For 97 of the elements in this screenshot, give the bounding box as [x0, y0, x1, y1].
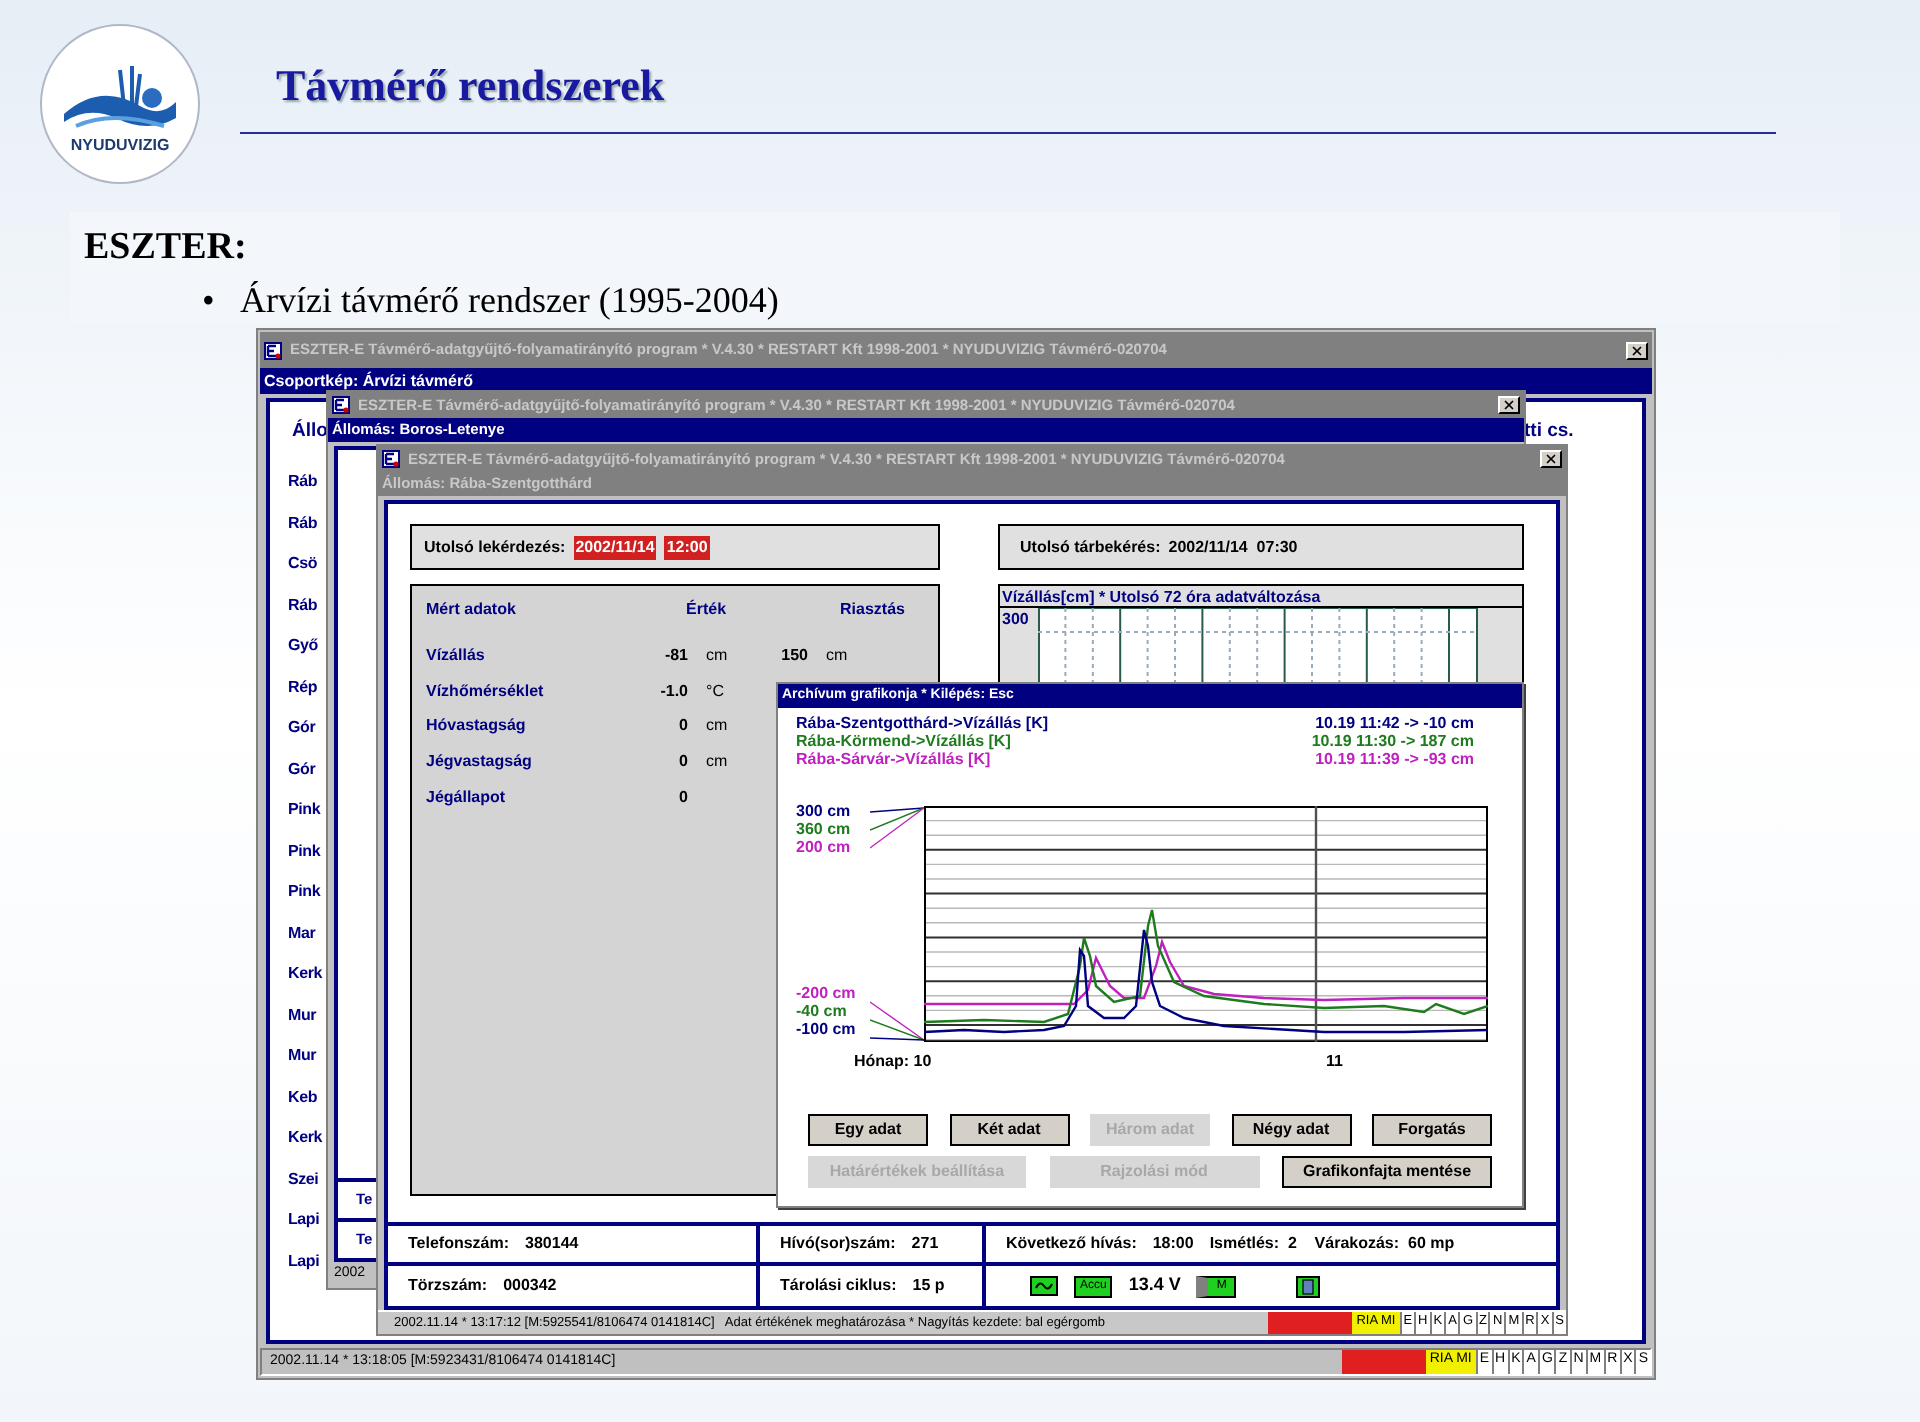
column-header: Riasztás	[838, 598, 907, 622]
axis-label: 300 cm	[796, 802, 853, 820]
bullet-text: Árvízi távmérő rendszer (1995-2004)	[240, 278, 779, 324]
measure-name: Vízállás	[426, 643, 487, 668]
station-name[interactable]: Ráb	[288, 511, 322, 552]
phone-icon	[1296, 1275, 1321, 1297]
column-header: tti cs.	[1524, 418, 1574, 446]
info-label: Törzszám:	[408, 1274, 488, 1298]
axis-label: 360 cm	[796, 820, 853, 838]
station-name[interactable]: Keb	[288, 1085, 322, 1126]
station-name[interactable]: Gór	[288, 757, 322, 798]
month-label: 11	[1326, 1050, 1343, 1074]
slide-heading: ESZTER:	[84, 224, 247, 272]
measure-unit: cm	[704, 749, 730, 774]
axis-label: -200 cm	[796, 984, 858, 1002]
measure-value: 0	[677, 714, 688, 739]
series-legend: Rába-Sárvár->Vízállás [K]	[796, 750, 991, 768]
info-value: 380144	[525, 1232, 579, 1256]
column-header: Érték	[686, 598, 727, 622]
info-label: Telefonszám:	[408, 1232, 510, 1256]
info-label: Tárolási ciklus:	[780, 1274, 897, 1298]
station-name[interactable]: Gór	[288, 716, 322, 757]
dialog-button[interactable]: Egy adat	[808, 1114, 928, 1146]
close-icon	[1630, 343, 1644, 357]
alarm-indicator	[1268, 1312, 1353, 1334]
close-button[interactable]	[1498, 396, 1520, 414]
station-name[interactable]: Ráb	[288, 470, 322, 511]
station-name[interactable]: Ráb	[288, 593, 322, 634]
measure-unit: °C	[704, 679, 726, 704]
query-label: Utolsó lekérdezés:	[424, 535, 566, 559]
info-value: 18:00	[1152, 1232, 1194, 1256]
axis-label: 300	[1000, 608, 1031, 632]
info-label: Hívó(sor)szám:	[780, 1232, 896, 1256]
series-legend: Rába-Szentgotthárd->Vízállás [K]	[796, 714, 1049, 732]
wave-icon	[1030, 1276, 1058, 1296]
logo-icon	[60, 62, 180, 134]
info-extra: Ismétlés: 2 Várakozás: 60 mp	[1209, 1232, 1455, 1256]
measure-unit: cm	[704, 643, 730, 668]
axis-label: 200 cm	[796, 838, 853, 856]
app-icon	[332, 396, 350, 414]
bullet-mark: •	[202, 278, 215, 324]
station-name[interactable]: Kerk	[288, 962, 322, 1003]
info-value: 000342	[503, 1274, 557, 1298]
info-value: 15 p	[912, 1274, 945, 1298]
station-name[interactable]: Kerk	[288, 1126, 322, 1167]
voltage-value: 13.4 V	[1128, 1272, 1181, 1299]
dialog-button[interactable]: Négy adat	[1231, 1114, 1351, 1146]
station-name[interactable]: Pink	[288, 839, 322, 880]
measure-value: 0	[677, 749, 688, 774]
close-button[interactable]	[1626, 341, 1648, 359]
alarm-unit: cm	[824, 643, 850, 668]
month-label: Hónap: 10	[854, 1050, 934, 1074]
station-name[interactable]: Mur	[288, 1003, 322, 1044]
station-name[interactable]: Mar	[288, 921, 322, 962]
column-header: Állo	[292, 418, 328, 446]
dialog-button[interactable]: Forgatás	[1372, 1114, 1492, 1146]
station-name[interactable]: Csö	[288, 552, 322, 593]
station-name[interactable]: Pink	[288, 798, 322, 839]
station-name[interactable]: Győ	[288, 634, 322, 675]
measure-value: -1.0	[658, 679, 688, 704]
query-time: 12:00	[664, 535, 710, 559]
app-icon	[382, 450, 400, 468]
station-name[interactable]: Pink	[288, 880, 322, 921]
close-button[interactable]	[1540, 450, 1562, 468]
measure-unit: cm	[704, 714, 730, 739]
close-icon	[1544, 452, 1558, 466]
station-name[interactable]: Lapi	[288, 1208, 322, 1249]
alarm-value: 150	[779, 643, 808, 668]
dialog-button[interactable]: Grafikonfajta mentése	[1282, 1156, 1492, 1188]
axis-label: -100 cm	[796, 1020, 858, 1038]
storage-label: Utolsó tárbekérés:	[1020, 535, 1161, 559]
column-header: Mért adatok	[426, 598, 518, 622]
station-name[interactable]: Szei	[288, 1167, 322, 1208]
storage-value: 2002/11/14 07:30	[1168, 535, 1298, 559]
measure-value: 0	[677, 785, 688, 810]
measure-name: Jégállapot	[426, 785, 508, 810]
series-legend: Rába-Körmend->Vízállás [K]	[796, 732, 1011, 750]
measure-value: -81	[662, 643, 688, 668]
series-reading: 10.19 11:30 -> 187 cm	[1311, 732, 1476, 750]
station-name[interactable]: Mur	[288, 1044, 322, 1085]
alarm-indicator	[1341, 1350, 1426, 1374]
query-date: 2002/11/14	[573, 535, 657, 559]
slide-title: Távmérő rendszerek	[276, 58, 665, 114]
dialog-button[interactable]: Két adat	[949, 1114, 1069, 1146]
series-reading: 10.19 11:39 -> -93 cm	[1315, 750, 1476, 768]
app-icon	[264, 341, 282, 359]
station-name[interactable]: Rép	[288, 675, 322, 716]
station-name[interactable]: Lapi	[288, 1249, 322, 1290]
logo-text: NYUDUVIZIG	[70, 134, 170, 158]
axis-label: -40 cm	[796, 1002, 849, 1020]
measure-name: Jégvastagság	[426, 749, 534, 774]
series-reading: 10.19 11:42 -> -10 cm	[1315, 714, 1476, 732]
measure-name: Hóvastagság	[426, 714, 528, 739]
info-label: Következő hívás:	[1006, 1232, 1137, 1256]
close-icon	[1502, 398, 1516, 412]
measure-name: Vízhőmérséklet	[426, 679, 546, 704]
info-value: 271	[911, 1232, 939, 1256]
